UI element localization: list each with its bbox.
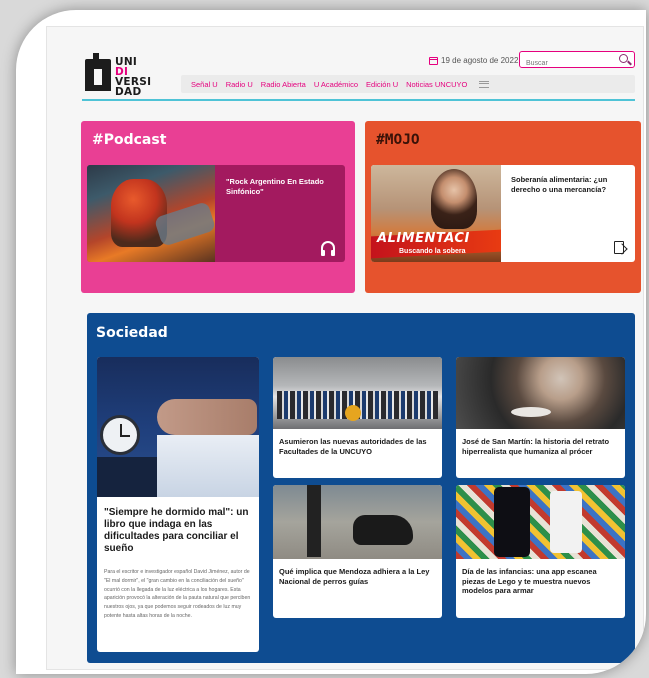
main-nav: Señal U Radio U Radio Abierta U Académic…	[181, 75, 635, 93]
podcast-card[interactable]: "Rock Argentino En Estado Sinfónico"	[87, 165, 345, 262]
alarm-clock-illustration	[100, 415, 140, 455]
headphones-icon[interactable]	[321, 241, 335, 256]
mojo-title[interactable]: #MOJO	[376, 132, 420, 148]
current-date: 19 de agosto de 2022	[429, 56, 518, 65]
search-box[interactable]	[519, 51, 635, 71]
sociedad-title[interactable]: Sociedad	[96, 325, 168, 341]
article-image[interactable]	[273, 485, 442, 559]
article-image[interactable]	[456, 485, 625, 559]
mojo-banner-text: ALIMENTACI	[377, 231, 470, 246]
article-card[interactable]: Asumieron las nuevas autoridades de las …	[273, 357, 442, 478]
mojo-card-title[interactable]: Soberanía alimentaria: ¿un derecho o una…	[511, 175, 629, 194]
mojo-card[interactable]: ALIMENTACI Buscando la sobera Soberanía …	[371, 165, 635, 262]
nav-item-noticias-uncuyo[interactable]: Noticias UNCUYO	[406, 80, 467, 89]
article-title[interactable]: Qué implica que Mendoza adhiera a la Ley…	[279, 567, 437, 586]
article-card[interactable]: Qué implica que Mendoza adhiera a la Ley…	[273, 485, 442, 618]
nav-item-radio-abierta[interactable]: Radio Abierta	[261, 80, 306, 89]
screenshot-frame: UNIDI VERSI DAD 19 de agosto de 2022 Señ…	[16, 10, 646, 674]
page: UNIDI VERSI DAD 19 de agosto de 2022 Señ…	[46, 26, 644, 670]
search-input[interactable]	[520, 56, 610, 71]
logo-line: DAD	[115, 86, 142, 98]
nav-item-radio-u[interactable]: Radio U	[226, 80, 253, 89]
sociedad-section: Sociedad "Siempre he dormido mal": un li…	[87, 313, 635, 663]
hamburger-menu-icon[interactable]	[479, 80, 490, 88]
search-icon[interactable]	[619, 54, 628, 63]
article-card[interactable]: Día de las infancias: una app escanea pi…	[456, 485, 625, 618]
article-title[interactable]: Día de las infancias: una app escanea pi…	[462, 567, 620, 596]
logo-text: UNI DI VERSI DAD	[115, 57, 151, 98]
featured-article-card[interactable]: "Siempre he dormido mal": un libro que i…	[97, 357, 259, 652]
podcast-image[interactable]	[87, 165, 215, 262]
date-text: 19 de agosto de 2022	[441, 56, 519, 65]
featured-article-summary: Para el escritor e investigador español …	[104, 569, 251, 619]
nightstand	[97, 457, 167, 497]
logo-mark	[85, 53, 111, 91]
site-logo[interactable]: UNI DI VERSI DAD	[85, 53, 165, 97]
nav-item-u-academico[interactable]: U Académico	[314, 80, 358, 89]
nav-item-edicion-u[interactable]: Edición U	[366, 80, 398, 89]
podcast-card-title[interactable]: "Rock Argentino En Estado Sinfónico"	[226, 177, 336, 196]
featured-article-image[interactable]	[97, 357, 259, 497]
podcast-section: #Podcast "Rock Argentino En Estado Sinfó…	[81, 121, 355, 293]
mojo-section: #MOJO ALIMENTACI Buscando la sobera Sobe…	[365, 121, 641, 293]
podcast-title[interactable]: #Podcast	[92, 132, 166, 148]
article-title[interactable]: Asumieron las nuevas autoridades de las …	[279, 437, 437, 456]
featured-article-title[interactable]: "Siempre he dormido mal": un libro que i…	[104, 507, 254, 555]
document-icon[interactable]	[614, 241, 624, 254]
article-image[interactable]	[273, 357, 442, 429]
calendar-icon	[429, 56, 438, 65]
mojo-image[interactable]: ALIMENTACI Buscando la sobera	[371, 165, 501, 262]
header-divider	[82, 99, 635, 101]
nav-item-senal-u[interactable]: Señal U	[191, 80, 218, 89]
article-title[interactable]: José de San Martín: la historia del retr…	[462, 437, 620, 456]
article-image[interactable]	[456, 357, 625, 429]
article-card[interactable]: José de San Martín: la historia del retr…	[456, 357, 625, 478]
mojo-banner-subtext: Buscando la sobera	[399, 248, 466, 255]
